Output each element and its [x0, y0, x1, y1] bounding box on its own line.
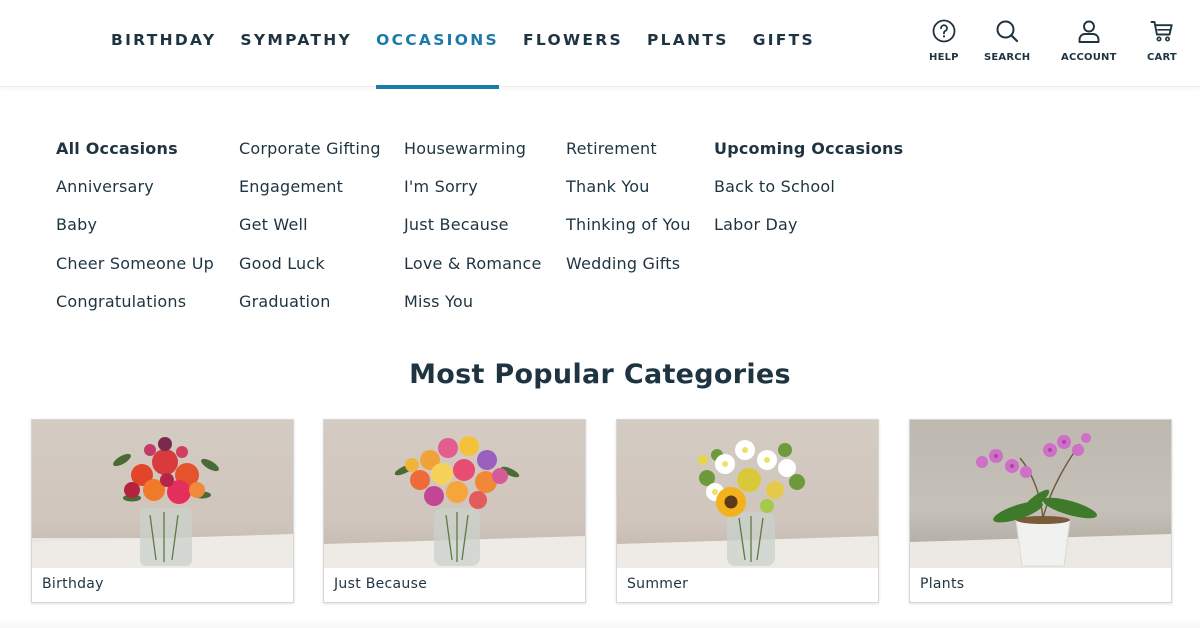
section-divider	[0, 618, 1200, 628]
main-nav: BIRTHDAY SYMPATHY OCCASIONS FLOWERS PLAN…	[111, 0, 815, 89]
menu-link-cheer-someone-up[interactable]: Cheer Someone Up	[56, 253, 214, 291]
help-circle-icon	[931, 18, 957, 48]
menu-column-3: Housewarming I'm Sorry Just Because Love…	[404, 138, 542, 329]
menu-link-get-well[interactable]: Get Well	[239, 214, 381, 252]
menu-link-labor-day[interactable]: Labor Day	[714, 214, 903, 252]
menu-link-baby[interactable]: Baby	[56, 214, 214, 252]
menu-link-love-romance[interactable]: Love & Romance	[404, 253, 542, 291]
menu-link-all-occasions[interactable]: All Occasions	[56, 138, 214, 176]
menu-link-wedding-gifts[interactable]: Wedding Gifts	[566, 253, 691, 291]
bouquet-image	[324, 420, 585, 568]
nav-plants[interactable]: PLANTS	[647, 0, 729, 87]
nav-flowers[interactable]: FLOWERS	[523, 0, 623, 87]
search-label: SEARCH	[984, 52, 1031, 63]
account-label: ACCOUNT	[1061, 52, 1117, 63]
menu-column-2: Corporate Gifting Engagement Get Well Go…	[239, 138, 381, 329]
menu-link-back-to-school[interactable]: Back to School	[714, 176, 903, 214]
search-icon	[994, 18, 1020, 48]
help-label: HELP	[929, 52, 959, 63]
menu-link-graduation[interactable]: Graduation	[239, 291, 381, 329]
nav-occasions[interactable]: OCCASIONS	[376, 0, 499, 89]
account-button[interactable]: ACCOUNT	[1061, 18, 1117, 63]
cart-icon	[1149, 18, 1175, 48]
bouquet-image	[617, 420, 878, 568]
category-card-plants[interactable]: Plants	[909, 419, 1172, 603]
category-card-just-because[interactable]: Just Because	[323, 419, 586, 603]
menu-column-5: Upcoming Occasions Back to School Labor …	[714, 138, 903, 253]
menu-column-1: All Occasions Anniversary Baby Cheer Som…	[56, 138, 214, 329]
search-button[interactable]: SEARCH	[984, 18, 1030, 63]
user-icon	[1076, 18, 1102, 48]
menu-link-thinking-of-you[interactable]: Thinking of You	[566, 214, 691, 252]
section-title: Most Popular Categories	[409, 359, 791, 390]
category-card-summer[interactable]: Summer	[616, 419, 879, 603]
menu-column-4: Retirement Thank You Thinking of You Wed…	[566, 138, 691, 291]
menu-link-im-sorry[interactable]: I'm Sorry	[404, 176, 542, 214]
bouquet-image	[32, 420, 293, 568]
menu-link-engagement[interactable]: Engagement	[239, 176, 381, 214]
menu-link-congratulations[interactable]: Congratulations	[56, 291, 214, 329]
plant-image	[910, 420, 1171, 568]
nav-sympathy[interactable]: SYMPATHY	[240, 0, 352, 87]
category-label: Summer	[627, 576, 689, 592]
menu-link-thank-you[interactable]: Thank You	[566, 176, 691, 214]
menu-link-just-because[interactable]: Just Because	[404, 214, 542, 252]
nav-gifts[interactable]: GIFTS	[753, 0, 815, 87]
nav-birthday[interactable]: BIRTHDAY	[111, 0, 216, 87]
cart-label: CART	[1147, 52, 1177, 63]
help-button[interactable]: HELP	[929, 18, 959, 63]
cart-button[interactable]: CART	[1147, 18, 1177, 63]
menu-link-upcoming-occasions[interactable]: Upcoming Occasions	[714, 138, 903, 176]
category-label: Plants	[920, 576, 965, 592]
category-label: Just Because	[334, 576, 428, 592]
menu-link-housewarming[interactable]: Housewarming	[404, 138, 542, 176]
menu-link-miss-you[interactable]: Miss You	[404, 291, 542, 329]
category-label: Birthday	[42, 576, 104, 592]
menu-link-retirement[interactable]: Retirement	[566, 138, 691, 176]
menu-link-corporate-gifting[interactable]: Corporate Gifting	[239, 138, 381, 176]
category-card-birthday[interactable]: Birthday	[31, 419, 294, 603]
site-header: BIRTHDAY SYMPATHY OCCASIONS FLOWERS PLAN…	[0, 0, 1200, 89]
menu-link-anniversary[interactable]: Anniversary	[56, 176, 214, 214]
menu-link-good-luck[interactable]: Good Luck	[239, 253, 381, 291]
